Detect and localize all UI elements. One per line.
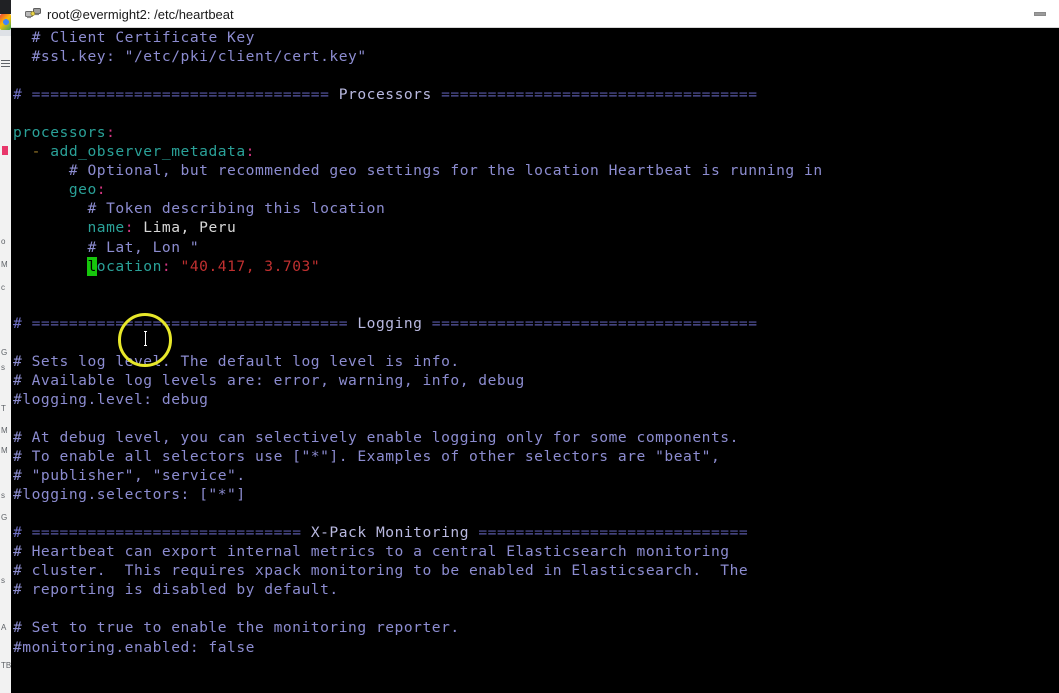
terminal-text-span: Logging bbox=[357, 314, 423, 332]
terminal-text-span: =================================== bbox=[422, 314, 758, 332]
terminal-text-span bbox=[13, 239, 87, 256]
terminal-text-span: : bbox=[124, 219, 134, 237]
terminal-text-span: - bbox=[13, 143, 51, 161]
terminal-text-span bbox=[13, 29, 32, 46]
terminal-line: # Lat, Lon " bbox=[11, 238, 1059, 257]
terminal-text-span: # bbox=[13, 86, 32, 104]
terminal-text-span: # Token describing this location bbox=[87, 200, 386, 218]
terminal-text-span: : bbox=[106, 124, 116, 142]
terminal-line: - add_observer_metadata: bbox=[11, 142, 1059, 161]
putty-terminal-window: root@evermight2: /etc/heartbeat # Client… bbox=[0, 0, 1059, 693]
terminal-text-span: # Heartbeat can export internal metrics … bbox=[13, 543, 730, 561]
terminal-line: # Set to true to enable the monitoring r… bbox=[11, 618, 1059, 637]
terminal-line: #logging.level: debug bbox=[11, 390, 1059, 409]
terminal-text-span: Processors bbox=[338, 86, 432, 104]
terminal-text-span: # bbox=[13, 314, 32, 332]
terminal-text-buffer: # Client Certificate Key #ssl.key: "/etc… bbox=[11, 28, 1059, 693]
terminal-line: geo: bbox=[11, 180, 1059, 199]
terminal-line: # At debug level, you can selectively en… bbox=[11, 428, 1059, 447]
window-controls bbox=[1025, 0, 1055, 28]
terminal-text-span: #logging.level: debug bbox=[13, 390, 209, 408]
terminal-text-span: ============================= bbox=[469, 524, 749, 542]
terminal-screen[interactable]: # Client Certificate Key #ssl.key: "/etc… bbox=[11, 28, 1059, 693]
terminal-text-span: "40.417, 3.703" bbox=[180, 257, 321, 275]
terminal-text-span: ================================ bbox=[31, 86, 339, 104]
terminal-text-span: # Sets log level. The default log level … bbox=[13, 352, 460, 370]
terminal-line: name: Lima, Peru bbox=[11, 218, 1059, 237]
terminal-text-span: : bbox=[96, 181, 107, 199]
terminal-line: # ============================= X-Pack M… bbox=[11, 523, 1059, 542]
terminal-line: # Client Certificate Key bbox=[11, 28, 1059, 47]
terminal-text-span: : bbox=[245, 143, 255, 161]
terminal-text-span: geo bbox=[68, 181, 97, 199]
terminal-text-span bbox=[13, 48, 32, 65]
terminal-line: # Token describing this location bbox=[11, 199, 1059, 218]
terminal-text-span bbox=[171, 258, 180, 275]
terminal-text-span: name bbox=[87, 219, 125, 237]
terminal-line: # Heartbeat can export internal metrics … bbox=[11, 542, 1059, 561]
terminal-line: # Sets log level. The default log level … bbox=[11, 352, 1059, 371]
terminal-text-span: #monitoring.enabled: false bbox=[13, 638, 255, 656]
terminal-text-span bbox=[13, 219, 87, 236]
terminal-text-span: # Available log levels are: error, warni… bbox=[13, 371, 525, 389]
terminal-text-span: #logging.selectors: ["*"] bbox=[13, 486, 246, 504]
terminal-text-span: # Lat, Lon " bbox=[87, 238, 200, 256]
terminal-text-span: # At debug level, you can selectively en… bbox=[13, 428, 739, 446]
terminal-line: #monitoring.enabled: false bbox=[11, 638, 1059, 657]
terminal-line: # Optional, but recommended geo settings… bbox=[11, 161, 1059, 180]
terminal-text-span bbox=[13, 200, 87, 217]
terminal-text-span: Lima, Peru bbox=[134, 219, 237, 237]
terminal-text-span: # cluster. This requires xpack monitorin… bbox=[13, 562, 749, 580]
terminal-text-span: # "publisher", "service". bbox=[13, 467, 246, 485]
terminal-line: # Available log levels are: error, warni… bbox=[11, 371, 1059, 390]
terminal-text-span: # bbox=[13, 524, 32, 542]
terminal-text-span: # To enable all selectors use ["*"]. Exa… bbox=[13, 448, 721, 466]
terminal-text-span: ocation bbox=[96, 257, 162, 275]
terminal-line: # ================================== Log… bbox=[11, 314, 1059, 333]
terminal-line: location: "40.417, 3.703" bbox=[11, 256, 1059, 276]
terminal-line: processors: bbox=[11, 123, 1059, 142]
putty-icon bbox=[25, 7, 41, 22]
terminal-text-span bbox=[13, 258, 87, 275]
window-title: root@evermight2: /etc/heartbeat bbox=[47, 7, 234, 22]
terminal-line: # ================================ Proce… bbox=[11, 85, 1059, 104]
terminal-text-span: ================================== bbox=[31, 314, 358, 332]
terminal-line: #ssl.key: "/etc/pki/client/cert.key" bbox=[11, 47, 1059, 66]
minimize-icon bbox=[1034, 12, 1046, 16]
terminal-text-span: # reporting is disabled by default. bbox=[13, 581, 339, 599]
minimize-button[interactable] bbox=[1025, 2, 1055, 26]
terminal-text-span: X-Pack Monitoring bbox=[310, 524, 470, 542]
terminal-text-span: : bbox=[161, 257, 172, 275]
terminal-text-span bbox=[13, 181, 69, 198]
window-titlebar[interactable]: root@evermight2: /etc/heartbeat bbox=[11, 0, 1059, 28]
terminal-text-span bbox=[13, 162, 69, 179]
terminal-line: # "publisher", "service". bbox=[11, 466, 1059, 485]
terminal-text-span: # Optional, but recommended geo settings… bbox=[68, 162, 823, 180]
terminal-text-span: ================================== bbox=[431, 86, 758, 104]
terminal-line: # cluster. This requires xpack monitorin… bbox=[11, 561, 1059, 580]
terminal-text-span: #ssl.key: "/etc/pki/client/cert.key" bbox=[31, 48, 367, 66]
terminal-text-span: add_observer_metadata bbox=[50, 143, 246, 161]
terminal-text-span: processors bbox=[13, 124, 107, 142]
terminal-text-span: # Client Certificate Key bbox=[31, 29, 255, 46]
terminal-line: #logging.selectors: ["*"] bbox=[11, 485, 1059, 504]
terminal-line: # To enable all selectors use ["*"]. Exa… bbox=[11, 447, 1059, 466]
terminal-text-span: # Set to true to enable the monitoring r… bbox=[13, 619, 460, 637]
terminal-line: # reporting is disabled by default. bbox=[11, 580, 1059, 599]
terminal-text-span: l bbox=[87, 256, 97, 276]
terminal-text-span: ============================= bbox=[31, 524, 311, 542]
